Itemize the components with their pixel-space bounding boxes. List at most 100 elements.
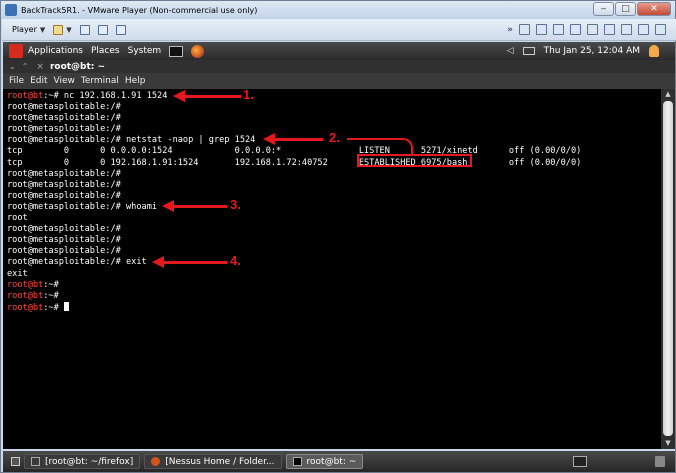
maximize-button[interactable]: □: [615, 2, 636, 16]
chevron-down-icon[interactable]: ⌄: [9, 62, 16, 71]
annotation-label-2: 2.: [329, 130, 340, 145]
terminal-line: tcp 0 0 0.0.0.0:1524 0.0.0.0:* LISTEN 52…: [7, 146, 661, 157]
pause-chevron-down-icon[interactable]: ▼: [66, 26, 71, 34]
terminal-launcher-icon[interactable]: [169, 45, 184, 57]
close-button[interactable]: ✕: [637, 2, 671, 16]
line-text: root@metasploitable:/#: [7, 124, 121, 135]
workspace-switcher-icon[interactable]: [573, 456, 587, 467]
menu-file[interactable]: File: [9, 76, 24, 86]
prompt-user-host: root@bt: [7, 290, 44, 301]
fullscreen-icon[interactable]: [97, 24, 108, 35]
terminal-line: root@bt:~# nc 192.168.1.91 1524: [7, 91, 661, 102]
line-text: root@metasploitable:/#: [7, 168, 121, 179]
annotation-arrow-3: [172, 205, 227, 208]
player-menu-chevron-down-icon[interactable]: ▼: [40, 26, 45, 34]
prompt-user-host: root@bt: [7, 302, 44, 313]
applications-menu[interactable]: Applications: [28, 46, 83, 56]
text-cursor: [63, 301, 69, 311]
terminal-line: root@metasploitable:/#: [7, 169, 661, 180]
line-text: root@metasploitable:/#: [7, 224, 121, 235]
line-text: root: [7, 213, 28, 224]
terminal-line: exit: [7, 269, 661, 280]
line-text: root@metasploitable:/# whoami: [7, 201, 158, 212]
scroll-up-arrow-icon[interactable]: ▲: [663, 90, 673, 99]
menu-view[interactable]: View: [54, 76, 75, 86]
terminal-line: root@metasploitable:/#: [7, 113, 661, 124]
floppy-icon[interactable]: [553, 24, 564, 35]
backtrack-logo-icon: [9, 44, 23, 58]
pause-icon[interactable]: [53, 24, 64, 35]
places-menu[interactable]: Places: [91, 46, 120, 56]
annotation-label-4: 4.: [230, 253, 241, 268]
panel-tray: ◁ Thu Jan 25, 12:04 AM: [507, 45, 659, 57]
annotation-arrow-1: [183, 95, 241, 98]
mail-icon[interactable]: [522, 47, 535, 55]
device-icons: »: [507, 24, 666, 35]
menu-help[interactable]: Help: [125, 76, 146, 86]
vmware-toolbar: Player ▼ ▼ »: [2, 19, 676, 41]
more-devices-icon[interactable]: »: [507, 25, 513, 35]
vmware-window: BackTrack5R1. - VMware Player (Non-comme…: [0, 0, 676, 473]
taskbar-item-nessus[interactable]: [Nessus Home / Folder...: [144, 454, 282, 469]
prompt-user-host: root@bt: [7, 91, 44, 101]
message-log-icon[interactable]: [638, 24, 649, 35]
terminal-scrollbar[interactable]: ▲ ▼: [661, 89, 675, 449]
volume-icon[interactable]: ◁: [507, 46, 514, 56]
line-text: :~#: [43, 302, 64, 313]
line-text: exit: [7, 268, 28, 279]
menu-edit[interactable]: Edit: [30, 76, 47, 86]
show-desktop-icon[interactable]: [11, 457, 20, 466]
vmware-window-title: BackTrack5R1. - VMware Player (Non-comme…: [21, 5, 258, 15]
send-ctrl-alt-del-icon[interactable]: [79, 24, 90, 35]
vmware-titlebar: BackTrack5R1. - VMware Player (Non-comme…: [1, 1, 675, 19]
terminal-title: root@bt: ~: [49, 61, 106, 72]
scroll-down-arrow-icon[interactable]: ▼: [663, 439, 673, 448]
line-text: root@metasploitable:/#: [7, 113, 121, 124]
firefox-launcher-icon[interactable]: [191, 44, 205, 58]
player-menu[interactable]: Player: [12, 25, 37, 34]
terminal-line: root@metasploitable:/#: [7, 235, 661, 246]
terminal-line: root@bt:~#: [7, 291, 661, 302]
terminal-line: root@metasploitable:/#: [7, 102, 661, 113]
printer-icon[interactable]: [570, 24, 581, 35]
line-text: :~# nc 192.168.1.91 1524: [43, 91, 168, 101]
terminal-line: root@bt:~#: [7, 280, 661, 291]
annotation-arrow-4: [162, 261, 227, 264]
user-icon[interactable]: [649, 45, 659, 57]
hard-disk-icon[interactable]: [519, 24, 530, 35]
established-highlight-box: [357, 154, 472, 167]
terminal-lines: root@bt:~# nc 192.168.1.91 1524 root@meta…: [3, 89, 661, 313]
minimize-button[interactable]: ‒: [593, 2, 614, 16]
terminal-line: root@bt:~#: [7, 301, 661, 313]
line-text: root@metasploitable:/# exit: [7, 257, 147, 268]
scroll-thumb[interactable]: [663, 101, 673, 436]
annotation-arrow-2: [273, 138, 323, 141]
terminal-line: root: [7, 213, 661, 224]
vmware-app-icon: [5, 4, 17, 16]
taskbar-item-firefox-folder[interactable]: [root@bt: ~/firefox]: [24, 454, 141, 469]
menu-terminal[interactable]: Terminal: [81, 76, 119, 86]
annotation-label-1: 1.: [243, 87, 254, 102]
terminal-icon: [292, 457, 302, 466]
terminal-line: root@metasploitable:/# exit: [7, 257, 661, 268]
close-icon[interactable]: ×: [36, 62, 44, 72]
system-menu[interactable]: System: [128, 46, 162, 56]
terminal-line: root@metasploitable:/# whoami: [7, 202, 661, 213]
line-text: root@metasploitable:/#: [7, 190, 121, 201]
taskbar-item-terminal[interactable]: root@bt: ~: [285, 454, 364, 469]
line-text: tcp 0 0 0.0.0.0:1524 0.0.0.0:* LISTEN 52…: [7, 146, 582, 157]
gnome-taskbar: [root@bt: ~/firefox] [Nessus Home / Fold…: [3, 451, 675, 472]
trash-icon[interactable]: [655, 456, 665, 467]
usb-device-icon[interactable]: [604, 24, 615, 35]
gnome-top-panel: Applications Places System ◁ Thu Jan 25,…: [3, 42, 675, 60]
cd-rom-icon[interactable]: [536, 24, 547, 35]
display-icon[interactable]: [655, 24, 666, 35]
network-adapter-icon[interactable]: [587, 24, 598, 35]
chevron-up-icon[interactable]: ⌃: [22, 62, 29, 71]
unity-icon[interactable]: [115, 24, 126, 35]
panel-clock[interactable]: Thu Jan 25, 12:04 AM: [544, 46, 640, 56]
prompt-user-host: root@bt: [7, 279, 44, 290]
sound-card-icon[interactable]: [621, 24, 632, 35]
folder-icon: [31, 457, 40, 466]
line-text: :~#: [43, 290, 59, 301]
